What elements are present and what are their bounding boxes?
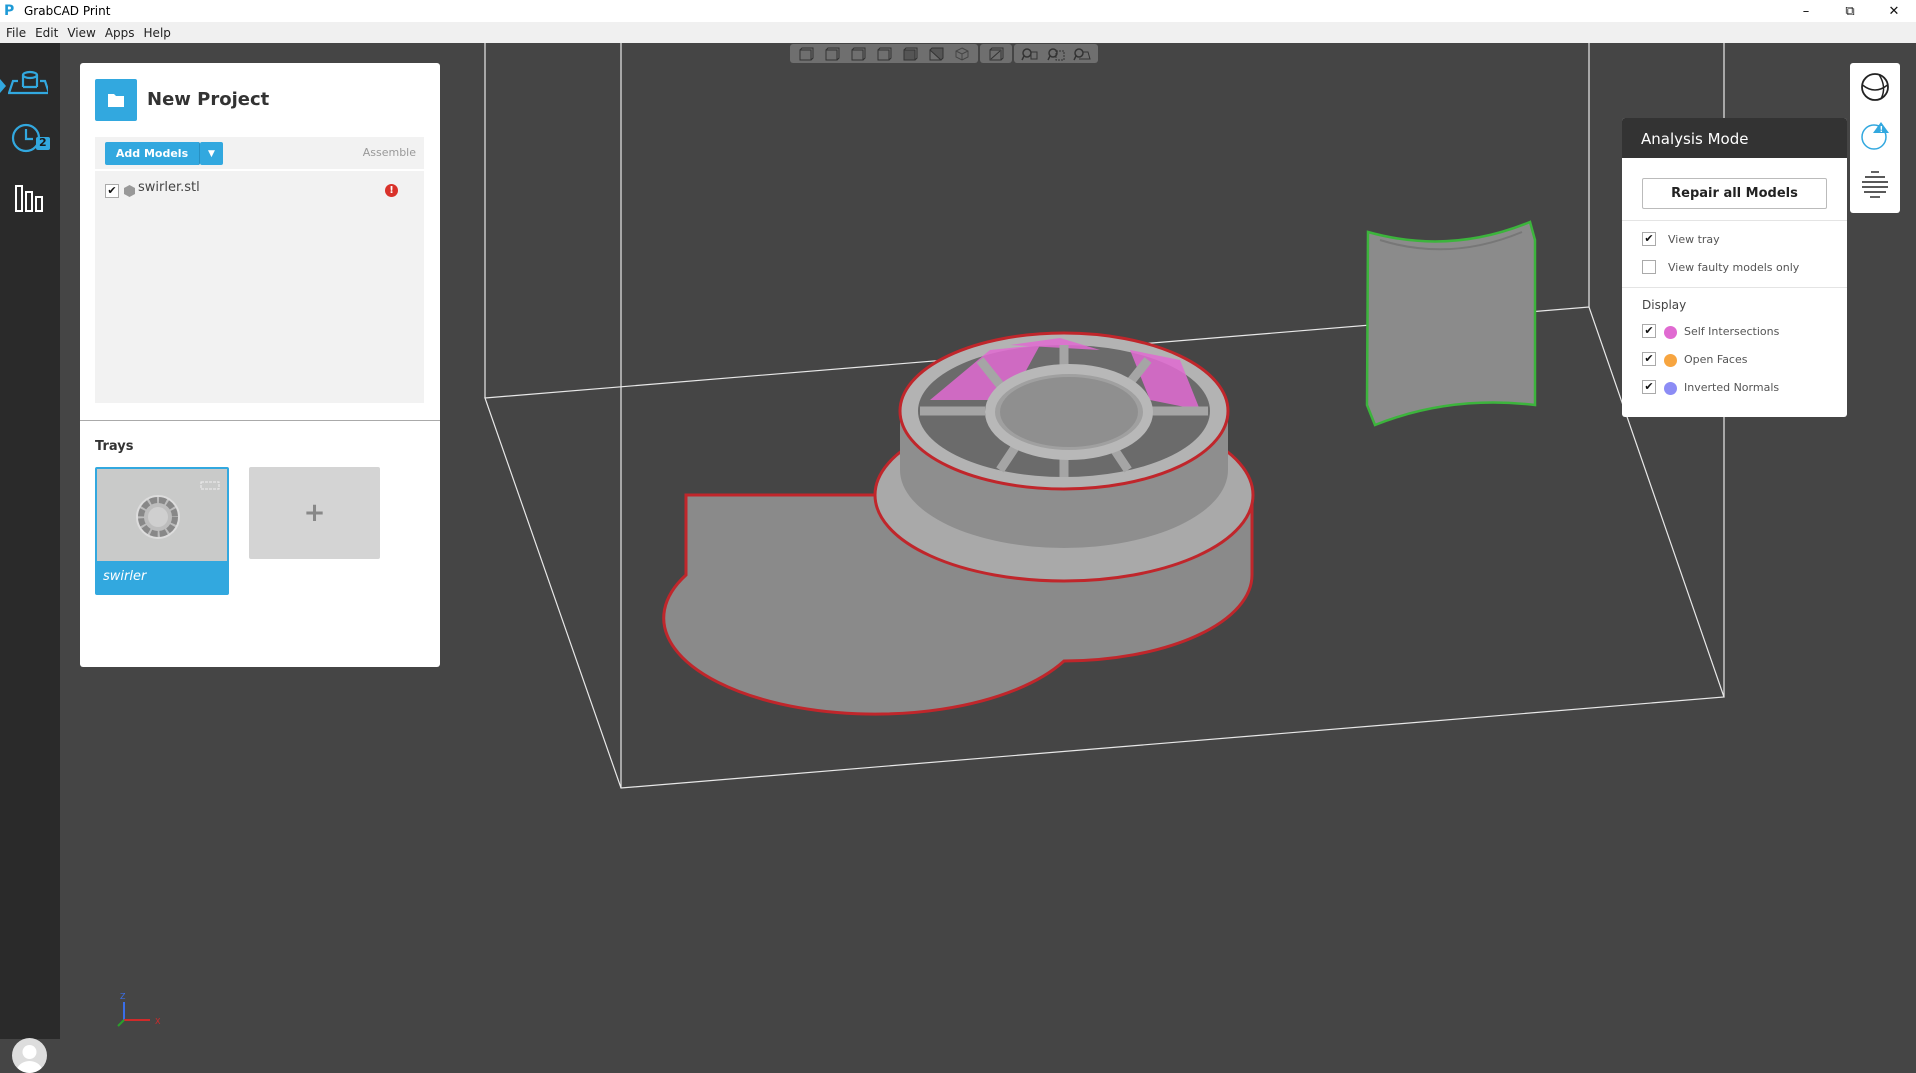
svg-text:!: ! — [1880, 125, 1884, 134]
divider — [1622, 220, 1847, 221]
add-models-dropdown[interactable]: ▼ — [200, 142, 223, 165]
self-intersections-label: Self Intersections — [1684, 325, 1780, 338]
tray-name: swirler — [103, 569, 147, 584]
models-toolbar: Add Models ▼ Assemble — [95, 137, 424, 169]
view-right-icon[interactable] — [871, 46, 897, 61]
view-back-icon[interactable] — [819, 46, 845, 61]
model-cube-icon — [124, 185, 135, 197]
analysis-mode-icon[interactable]: ! — [1859, 119, 1891, 155]
swirler-model[interactable] — [662, 331, 1255, 716]
model-view-icon[interactable] — [1859, 71, 1891, 107]
view-left-icon[interactable] — [845, 46, 871, 61]
model-name: swirler.stl — [138, 180, 200, 195]
faulty-only-checkbox[interactable] — [1642, 260, 1656, 274]
zoom-fit-icon[interactable] — [1017, 46, 1043, 61]
model-checkbox[interactable]: ✔ — [105, 184, 119, 198]
zoom-selection-icon[interactable] — [1043, 46, 1069, 61]
display-heading: Display — [1642, 298, 1687, 312]
assemble-button[interactable]: Assemble — [363, 146, 416, 159]
inverted-normals-color-swatch — [1664, 382, 1677, 395]
project-title[interactable]: New Project — [147, 89, 269, 110]
view-tray-label: View tray — [1668, 233, 1720, 246]
view-top-icon[interactable] — [897, 46, 923, 61]
user-avatar[interactable] — [12, 1038, 47, 1073]
error-icon[interactable]: ! — [385, 184, 398, 197]
open-faces-color-swatch — [1664, 354, 1677, 367]
view-bottom-icon[interactable] — [923, 46, 949, 61]
self-intersections-checkbox[interactable]: ✔ — [1642, 324, 1656, 338]
open-faces-label: Open Faces — [1684, 353, 1748, 366]
chevron-down-icon: ▼ — [208, 148, 215, 159]
project-panel: New Project Add Models ▼ Assemble ✔ swir… — [80, 63, 440, 667]
repair-all-models-button[interactable]: Repair all Models — [1642, 178, 1827, 209]
tray-thumbnail — [97, 469, 227, 561]
axis-z-label: Z — [120, 992, 126, 1001]
divider — [80, 420, 440, 421]
secondary-model[interactable] — [1365, 220, 1537, 427]
trays-heading: Trays — [95, 439, 134, 454]
inverted-normals-checkbox[interactable]: ✔ — [1642, 380, 1656, 394]
self-intersections-color-swatch — [1664, 326, 1677, 339]
add-models-button[interactable]: Add Models — [105, 142, 200, 165]
section-view-icon[interactable] — [983, 46, 1009, 61]
view-front-icon[interactable] — [793, 46, 819, 61]
view-iso-icon[interactable] — [949, 46, 975, 61]
add-tray-button[interactable]: + — [249, 467, 380, 559]
faulty-only-label: View faulty models only — [1668, 261, 1800, 274]
zoom-tray-icon[interactable] — [1069, 46, 1095, 61]
axis-indicator: Z X — [117, 992, 161, 1027]
open-faces-checkbox[interactable]: ✔ — [1642, 352, 1656, 366]
view-toolbar — [790, 44, 1098, 63]
analysis-title: Analysis Mode — [1622, 118, 1847, 158]
axis-x-label: X — [155, 1017, 161, 1026]
inverted-normals-label: Inverted Normals — [1684, 381, 1780, 394]
view-tray-checkbox[interactable]: ✔ — [1642, 232, 1656, 246]
model-list: ✔ swirler.stl ! — [95, 171, 424, 403]
project-folder-icon — [95, 79, 137, 121]
divider — [1622, 287, 1847, 288]
tray-card[interactable]: swirler — [95, 467, 229, 595]
slice-preview-icon[interactable] — [1859, 169, 1891, 205]
mode-panel: ! — [1850, 63, 1900, 213]
analysis-mode-panel: Analysis Mode Repair all Models ✔ View t… — [1622, 118, 1847, 417]
